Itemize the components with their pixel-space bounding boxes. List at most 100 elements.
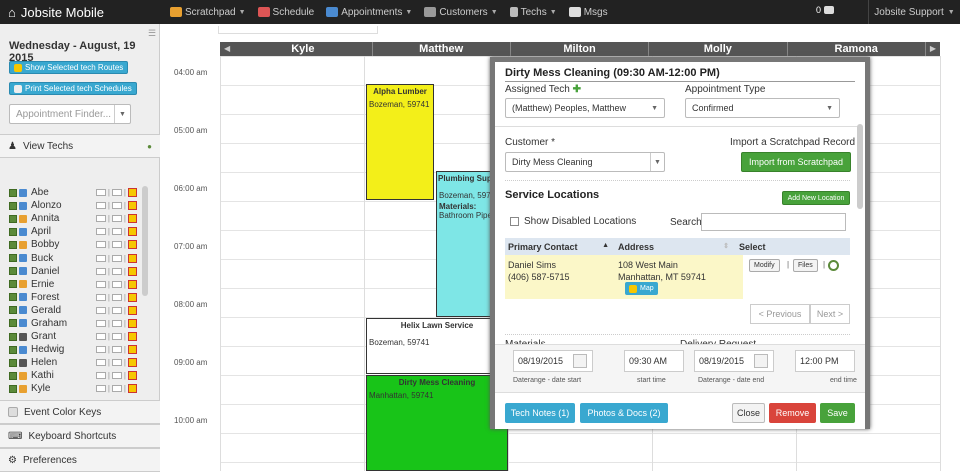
message-icon[interactable] xyxy=(95,280,106,288)
message-icon[interactable] xyxy=(95,346,106,354)
next-button[interactable]: Next > xyxy=(810,304,850,324)
photos-docs-button[interactable]: Photos & Docs (2) xyxy=(580,403,668,423)
message-icon[interactable] xyxy=(95,189,106,197)
checkbox-checked-icon[interactable] xyxy=(9,319,17,328)
previous-button[interactable]: < Previous xyxy=(750,304,810,324)
tech-row[interactable]: Helen | | xyxy=(9,356,149,369)
checkbox-checked-icon[interactable] xyxy=(9,358,17,367)
app-brand[interactable]: ⌂ Jobsite Mobile xyxy=(0,5,170,20)
tech-row[interactable]: Buck | | xyxy=(9,251,149,264)
event-color-keys[interactable]: Event Color Keys xyxy=(0,400,160,424)
checkbox-checked-icon[interactable] xyxy=(9,201,17,210)
checkbox-checked-icon[interactable] xyxy=(9,345,17,354)
checkbox-checked-icon[interactable] xyxy=(9,227,17,236)
calendar-icon[interactable] xyxy=(128,371,137,381)
map-button[interactable]: Map xyxy=(625,282,658,295)
tech-row[interactable]: Bobby | | xyxy=(9,238,149,251)
printer-icon[interactable] xyxy=(111,346,122,354)
checkbox-checked-icon[interactable] xyxy=(9,214,17,223)
appointment-helix-lawn[interactable]: Helix Lawn Service Bozeman, 59741 xyxy=(366,318,508,374)
start-calendar-icon[interactable] xyxy=(573,354,587,368)
keyboard-shortcuts[interactable]: ⌨ Keyboard Shortcuts xyxy=(0,424,160,448)
printer-icon[interactable] xyxy=(111,372,122,380)
select-radio[interactable] xyxy=(828,260,839,271)
printer-icon[interactable] xyxy=(111,385,122,393)
tech-row[interactable]: Gerald | | xyxy=(9,304,149,317)
tech-row[interactable]: Alonzo | | xyxy=(9,199,149,212)
message-icon[interactable] xyxy=(95,359,106,367)
printer-icon[interactable] xyxy=(111,215,122,223)
calendar-icon[interactable] xyxy=(128,253,137,263)
modify-button[interactable]: Modify xyxy=(749,259,780,272)
tech-row[interactable]: Forest | | xyxy=(9,291,149,304)
collapse-icon[interactable]: ☰ xyxy=(148,28,156,39)
calendar-icon[interactable] xyxy=(128,358,137,368)
message-icon[interactable] xyxy=(95,306,106,314)
tech-row[interactable]: Graham | | xyxy=(9,317,149,330)
tech-row[interactable]: Ernie | | xyxy=(9,278,149,291)
calendar-icon[interactable] xyxy=(128,227,137,237)
tech-row[interactable]: April | | xyxy=(9,225,149,238)
view-techs-header[interactable]: ♟ View Techs ● xyxy=(0,134,160,158)
tech-row[interactable]: Daniel | | xyxy=(9,265,149,278)
preferences[interactable]: ⚙ Preferences xyxy=(0,448,160,472)
checkbox-checked-icon[interactable] xyxy=(9,188,17,197)
printer-icon[interactable] xyxy=(111,319,122,327)
calendar-icon[interactable] xyxy=(128,214,137,224)
end-calendar-icon[interactable] xyxy=(754,354,768,368)
tech-row[interactable]: Grant | | xyxy=(9,330,149,343)
close-button[interactable]: Close xyxy=(732,403,765,423)
nav-schedule[interactable]: Schedule xyxy=(257,7,314,18)
message-icon[interactable] xyxy=(95,385,106,393)
calendar-icon[interactable] xyxy=(128,305,137,315)
import-scratchpad-button[interactable]: Import from Scratchpad xyxy=(741,152,851,172)
nav-support[interactable]: Jobsite Support ▼ xyxy=(868,0,960,24)
calendar-icon[interactable] xyxy=(128,240,137,250)
checkbox-checked-icon[interactable] xyxy=(9,384,17,393)
printer-icon[interactable] xyxy=(111,189,122,197)
appointment-finder[interactable]: Appointment Finder... ▼ xyxy=(9,104,131,124)
printer-icon[interactable] xyxy=(111,267,122,275)
tech-list-scrollbar[interactable] xyxy=(142,186,148,296)
checkbox-checked-icon[interactable] xyxy=(9,371,17,380)
start-time-field[interactable]: 09:30 AM xyxy=(624,350,684,372)
message-icon[interactable] xyxy=(95,228,106,236)
prev-arrow-icon[interactable]: ◀ xyxy=(220,42,234,56)
message-icon[interactable] xyxy=(95,202,106,210)
printer-icon[interactable] xyxy=(111,228,122,236)
appointment-dirty-mess[interactable]: Dirty Mess Cleaning Manhattan, 59741 xyxy=(366,375,508,471)
appointment-type-select[interactable]: Confirmed ▼ xyxy=(685,98,840,118)
next-arrow-icon[interactable]: ▶ xyxy=(926,42,940,56)
printer-icon[interactable] xyxy=(111,280,122,288)
printer-icon[interactable] xyxy=(111,241,122,249)
nav-techs[interactable]: Techs ▼ xyxy=(509,7,557,18)
message-icon[interactable] xyxy=(95,372,106,380)
checkbox-checked-icon[interactable] xyxy=(9,240,17,249)
nav-customers[interactable]: Customers ▼ xyxy=(424,7,498,18)
calendar-icon[interactable] xyxy=(128,318,137,328)
appointment-alpha-lumber[interactable]: Alpha Lumber Bozeman, 59741 xyxy=(366,84,434,200)
add-location-button[interactable]: Add New Location xyxy=(782,191,850,205)
nav-msgs[interactable]: Msgs xyxy=(568,7,608,18)
checkbox-checked-icon[interactable] xyxy=(9,280,17,289)
message-icon[interactable] xyxy=(95,241,106,249)
tech-row[interactable]: Kathi | | xyxy=(9,369,149,382)
printer-icon[interactable] xyxy=(111,254,122,262)
files-button[interactable]: Files xyxy=(793,259,818,272)
printer-icon[interactable] xyxy=(111,333,122,341)
show-disabled-checkbox[interactable] xyxy=(510,216,519,226)
message-icon[interactable] xyxy=(95,267,106,275)
show-routes-button[interactable]: Show Selected tech Routes xyxy=(9,61,129,74)
calendar-icon[interactable] xyxy=(128,266,137,276)
printer-icon[interactable] xyxy=(111,306,122,314)
show-disabled-option[interactable]: Show Disabled Locations xyxy=(510,216,636,227)
tech-row[interactable]: Abe | | xyxy=(9,186,149,199)
checkbox-checked-icon[interactable] xyxy=(9,306,17,315)
customer-select[interactable]: Dirty Mess Cleaning ▼ xyxy=(505,152,665,172)
message-badge[interactable]: 0 xyxy=(816,5,835,15)
nav-scratchpad[interactable]: Scratchpad ▼ xyxy=(170,7,246,18)
message-icon[interactable] xyxy=(95,333,106,341)
col-primary-contact[interactable]: Primary Contact ▲ xyxy=(505,242,615,252)
calendar-icon[interactable] xyxy=(128,345,137,355)
save-button[interactable]: Save xyxy=(820,403,855,423)
